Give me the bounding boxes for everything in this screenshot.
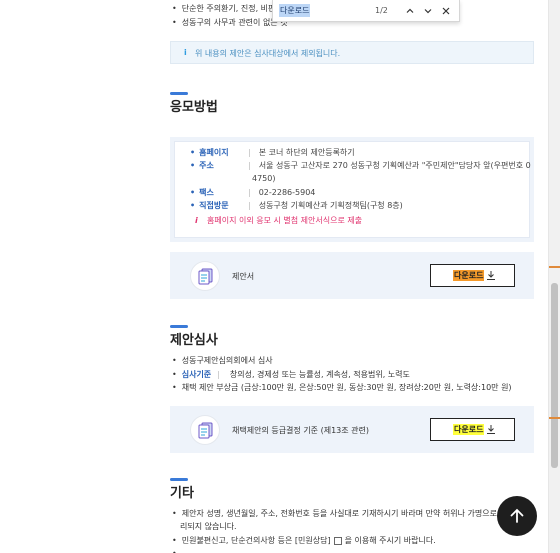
list-item: 단순한 주의환기, 진정, 비판 [172, 3, 276, 15]
download-label: 제안서 [232, 272, 255, 281]
arrow-up-icon [510, 508, 524, 523]
info-value: 4750) [252, 174, 276, 183]
info-key: 직접방문 [190, 200, 248, 212]
info-value: 서울 성동구 고산자로 270 성동구청 기획예산과 "주민제안"담당자 앞(우… [258, 161, 531, 170]
chevron-down-icon [424, 9, 432, 14]
download-button[interactable]: 다운로드 [430, 264, 515, 287]
info-key: 팩스 [190, 187, 248, 199]
list-item: 성동구제안심의회에서 심사 [172, 355, 273, 367]
scrollbar-thumb[interactable] [551, 283, 558, 468]
info-row-address-cont: 4750) [252, 173, 275, 185]
section-title-etc: 기타 [170, 486, 194, 501]
info-value: 성동구청 기획예산과 기획정책팀(구청 8층) [258, 201, 403, 210]
download-icon [487, 425, 495, 434]
info-row-address: 주소|서울 성동구 고산자로 270 성동구청 기획예산과 "주민제안"담당자 … [190, 160, 531, 172]
download-row-grade: 채택제안의 등급결정 기준 (제13조 관련) 다운로드 [170, 406, 534, 453]
list-item: 제안자 성명, 생년월일, 주소, 전화번호 등을 사실대로 기재하시기 바라며… [172, 508, 515, 520]
list-item-cont: 리되지 않습니다. [180, 522, 237, 531]
info-value: 02-2286-5904 [258, 188, 316, 197]
info-icon: i [184, 48, 187, 57]
list-item: 심사기준|창의성, 경제성 또는 능률성, 계속성, 적용범위, 노력도 [172, 369, 410, 381]
find-close-button[interactable] [439, 4, 453, 18]
list-item: 성동구의 사무과 관련이 없는 것 [172, 17, 288, 29]
section-title-review: 제안심사 [170, 333, 218, 348]
info-key: 주소 [190, 160, 248, 172]
list-item [172, 548, 182, 553]
notice-text: 위 내용의 제안은 심사대상에서 제외됩니다. [195, 49, 341, 58]
list-item: 채택 제안 부상금 (금상:100만 원, 은상:50만 원, 동상:30만 원… [172, 382, 512, 394]
vertical-scrollbar[interactable] [548, 0, 560, 553]
review-criteria-key: 심사기준 [181, 370, 212, 379]
scroll-to-top-button[interactable] [497, 496, 537, 536]
section-accent [170, 325, 188, 328]
search-match-marker [549, 417, 560, 419]
find-next-button[interactable] [421, 4, 435, 18]
warning-text: 홈페이지 이외 응모 시 별첨 제안서식으로 제출 [207, 216, 363, 225]
external-link-icon [333, 536, 342, 545]
find-previous-button[interactable] [403, 4, 417, 18]
complaint-link[interactable]: 민원불편신고, 단순건의사항 등은 [민원상담] [182, 536, 331, 545]
warning-note: i 홈페이지 이외 응모 시 별첨 제안서식으로 제출 [195, 215, 362, 226]
list-item: 민원불편신고, 단순건의사항 등은 [민원상담]을 이용해 주시기 바랍니다. [172, 535, 436, 547]
info-row-fax: 팩스|02-2286-5904 [190, 187, 315, 199]
info-key: 홈페이지 [190, 147, 248, 159]
download-button[interactable]: 다운로드 [430, 418, 515, 441]
find-match-count: 1/2 [375, 6, 388, 15]
download-label: 채택제안의 등급결정 기준 (제13조 관련) [232, 426, 369, 435]
info-row-visit: 직접방문|성동구청 기획예산과 기획정책팀(구청 8층) [190, 200, 403, 212]
find-input[interactable]: 다운로드 [279, 4, 311, 17]
info-value: 본 코너 하단의 제안등록하기 [258, 148, 355, 157]
exclamation-icon: i [195, 216, 198, 225]
chevron-up-icon [406, 8, 414, 13]
apply-info-box: 홈페이지|본 코너 하단의 제안등록하기 주소|서울 성동구 고산자로 270 … [170, 137, 534, 242]
download-button-label: 다운로드 [453, 270, 485, 281]
download-icon [487, 271, 495, 280]
info-row-homepage: 홈페이지|본 코너 하단의 제안등록하기 [190, 147, 355, 159]
close-icon [442, 7, 450, 15]
find-bar: 다운로드 1/2 [272, 0, 460, 22]
document-icon [190, 261, 220, 291]
section-title-apply: 응모방법 [170, 100, 218, 115]
notice-box: i 위 내용의 제안은 심사대상에서 제외됩니다. [170, 41, 534, 64]
page-content: 단순한 주의환기, 진정, 비판 성동구의 사무과 관련이 없는 것 i 위 내… [0, 0, 548, 553]
download-button-label: 다운로드 [453, 424, 485, 435]
section-accent [170, 478, 188, 481]
download-row-proposal: 제안서 다운로드 [170, 252, 534, 299]
section-accent [170, 92, 188, 95]
document-icon [190, 415, 220, 445]
search-match-marker [549, 266, 560, 268]
